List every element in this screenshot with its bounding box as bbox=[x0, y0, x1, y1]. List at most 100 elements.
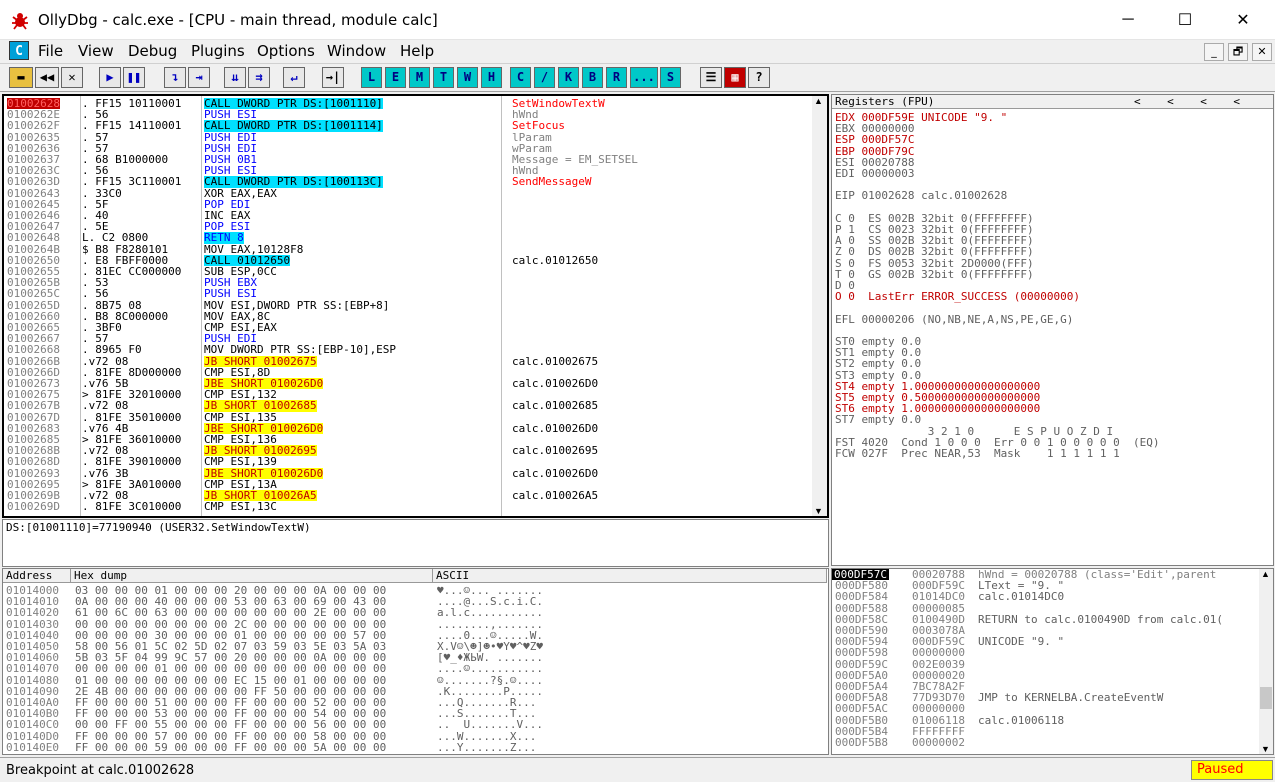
disassembly-scrollbar[interactable]: ▲ ▼ bbox=[812, 96, 827, 516]
dump-pane[interactable]: Address Hex dump ASCII 01014000 03 00 00 … bbox=[2, 568, 829, 755]
references-window-button[interactable]: R bbox=[606, 67, 627, 88]
close-button[interactable]: ✕ bbox=[1215, 0, 1271, 40]
stack-row[interactable]: 000DF59C 002E0039 bbox=[832, 658, 1258, 669]
disasm-row[interactable]: 0100269D . 81FE 3C010000 CMP ESI,13C bbox=[4, 501, 812, 512]
stack-row[interactable]: 000DF5B4 FFFFFFFF bbox=[832, 726, 1258, 737]
step-into-icon[interactable]: ↴ bbox=[164, 67, 186, 88]
menu-help[interactable]: Help bbox=[400, 42, 434, 60]
menu-file[interactable]: File bbox=[38, 42, 63, 60]
disasm-row[interactable]: 01002628. FF15 10110001 CALL DWORD PTR DS… bbox=[4, 98, 812, 109]
menu-debug[interactable]: Debug bbox=[128, 42, 177, 60]
cpu-window-icon[interactable]: C bbox=[9, 41, 29, 60]
scroll-down-icon[interactable]: ▼ bbox=[814, 506, 823, 516]
help-icon[interactable]: ? bbox=[748, 67, 770, 88]
disasm-row[interactable]: 0100265B. 53 PUSH EBX bbox=[4, 277, 812, 288]
stack-row[interactable]: 000DF5AC 00000000 bbox=[832, 703, 1258, 714]
mdi-close-button[interactable]: ✕ bbox=[1252, 43, 1272, 61]
dump-row[interactable]: 01014070 00 00 00 00 01 00 00 00 00 00 00… bbox=[3, 663, 827, 674]
disasm-row[interactable]: 0100267B .v72 08 JB SHORT 01002685 calc.010… bbox=[4, 400, 812, 411]
mdi-minimize-button[interactable]: _ bbox=[1204, 43, 1224, 61]
stack-row[interactable]: 000DF584 01014DC0 calc.01014DC0 bbox=[832, 591, 1258, 602]
minimize-button[interactable]: ─ bbox=[1100, 0, 1156, 40]
modules-window-button[interactable]: E bbox=[385, 67, 406, 88]
dump-row[interactable]: 01014030 00 00 00 00 00 00 00 00 2C 00 00… bbox=[3, 618, 827, 629]
disasm-row[interactable]: 01002660. B8 8C000000 MOV EAX,8C bbox=[4, 311, 812, 322]
disasm-hex: . 81FE 3C010000 bbox=[82, 500, 182, 514]
dump-address: 010140E0 bbox=[6, 740, 59, 754]
pause-icon[interactable]: ❚❚ bbox=[123, 67, 145, 88]
dump-row[interactable]: 010140D0 FF 00 00 00 57 00 00 00 FF 00 00… bbox=[3, 730, 827, 741]
open-icon[interactable]: ▬ bbox=[9, 67, 33, 88]
stack-row[interactable]: 000DF598 00000000 bbox=[832, 647, 1258, 658]
dump-header-address[interactable]: Address bbox=[3, 569, 71, 583]
stack-row[interactable]: 000DF58C 0100490D RETURN to calc.0100490D … bbox=[832, 614, 1258, 625]
disasm-row[interactable]: 01002665. 3BF0 CMP ESI,EAX bbox=[4, 322, 812, 333]
registers-pane[interactable]: Registers (FPU) < < < < EDX 000DF59E UNI… bbox=[831, 94, 1274, 566]
disasm-row[interactable]: 01002643. 33C0 XOR EAX,EAX bbox=[4, 187, 812, 198]
menu-options[interactable]: Options bbox=[257, 42, 315, 60]
animate-into-icon[interactable]: ⇊ bbox=[224, 67, 246, 88]
step-over-icon[interactable]: ⇥ bbox=[188, 67, 210, 88]
disasm-row[interactable]: 0100262F . FF15 14110001 CALL DWORD PTR DS… bbox=[4, 120, 812, 131]
mdi-restore-button[interactable]: 🗗 bbox=[1228, 43, 1248, 61]
registers-nav-arrows[interactable]: < < < < bbox=[1134, 96, 1240, 107]
appearance-icon[interactable]: ▦ bbox=[724, 67, 746, 88]
menu-view[interactable]: View bbox=[78, 42, 114, 60]
go-to-address-icon[interactable]: →| bbox=[322, 67, 344, 88]
list-icon[interactable]: ☰ bbox=[700, 67, 722, 88]
stack-scrollbar[interactable]: ▲ ▼ bbox=[1259, 569, 1273, 754]
menu-window[interactable]: Window bbox=[327, 42, 386, 60]
registers-header[interactable]: Registers (FPU) < < < < bbox=[832, 95, 1273, 109]
patches-window-button[interactable]: / bbox=[534, 67, 555, 88]
run-trace-window-button[interactable]: ... bbox=[630, 67, 658, 88]
call-stack-window-button[interactable]: K bbox=[558, 67, 579, 88]
dump-header-hex[interactable]: Hex dump bbox=[71, 569, 433, 583]
disasm-row[interactable]: 01002648 L. C2 0800 RETN 8 bbox=[4, 232, 812, 244]
animate-over-icon[interactable]: ⇉ bbox=[248, 67, 270, 88]
scroll-up-icon[interactable]: ▲ bbox=[814, 96, 823, 106]
disassembly-pane[interactable]: 01002628. FF15 10110001 CALL DWORD PTR DS… bbox=[2, 94, 829, 518]
scroll-thumb[interactable] bbox=[1260, 687, 1272, 709]
stack-row[interactable]: 000DF5A8 77D93D70 JMP to KERNELBA.CreateEv… bbox=[832, 692, 1258, 703]
log-window-button[interactable]: L bbox=[361, 67, 382, 88]
stack-row[interactable]: 000DF594 000DF59C UNICODE "9. " bbox=[832, 636, 1258, 647]
dump-row[interactable]: 010140E0 FF 00 00 00 59 00 00 00 FF 00 00… bbox=[3, 742, 827, 753]
dump-address: 01014020 bbox=[6, 606, 59, 620]
info-pane[interactable]: DS:[01001110]=77190940 (USER32.SetWindow… bbox=[2, 519, 829, 567]
menu-plugins[interactable]: Plugins bbox=[191, 42, 245, 60]
run-icon[interactable]: ▶ bbox=[99, 67, 121, 88]
memory-window-button[interactable]: M bbox=[409, 67, 430, 88]
close-program-icon[interactable]: ✕ bbox=[61, 67, 83, 88]
stack-row[interactable]: 000DF5A0 00000020 bbox=[832, 670, 1258, 681]
scroll-up-icon[interactable]: ▲ bbox=[1261, 569, 1270, 579]
source-window-button[interactable]: S bbox=[660, 67, 681, 88]
restart-icon[interactable]: ◀◀ bbox=[35, 67, 59, 88]
disasm-row[interactable]: 0100268D . 81FE 39010000 CMP ESI,139 bbox=[4, 456, 812, 467]
dump-ascii: ...Y.......Z... bbox=[437, 740, 537, 754]
stack-pane[interactable]: 000DF57C 00020788 hWnd = 00020788 (class='… bbox=[831, 568, 1274, 755]
dump-header-ascii[interactable]: ASCII bbox=[433, 569, 827, 583]
maximize-button[interactable]: ☐ bbox=[1157, 0, 1213, 40]
disasm-row[interactable]: 01002668 . 8965 F0 MOV DWORD PTR SS:[EBP-1… bbox=[4, 344, 812, 355]
disasm-row[interactable]: 01002635. 57 PUSH EDI lParam bbox=[4, 131, 812, 142]
stack-row[interactable]: 000DF5B8 00000002 bbox=[832, 737, 1258, 748]
disasm-row[interactable]: 01002655. 81EC CC000000 SUB ESP,0CC bbox=[4, 266, 812, 277]
handles-window-button[interactable]: H bbox=[481, 67, 502, 88]
disasm-row[interactable]: 01002637. 68 B1000000 PUSH 0B1 Message = E… bbox=[4, 154, 812, 165]
dump-row[interactable]: 01014080 01 00 00 00 00 00 00 00 EC 15 00… bbox=[3, 674, 827, 685]
stack-row[interactable]: 000DF588 00000085 bbox=[832, 602, 1258, 613]
threads-window-button[interactable]: T bbox=[433, 67, 454, 88]
windows-window-button[interactable]: W bbox=[457, 67, 478, 88]
disasm-row[interactable]: 0100263D . FF15 3C110001 CALL DWORD PTR DS… bbox=[4, 176, 812, 187]
disasm-row[interactable]: 0100265C . 56 PUSH ESI bbox=[4, 288, 812, 299]
breakpoints-window-button[interactable]: B bbox=[582, 67, 603, 88]
execute-till-return-icon[interactable]: ↵ bbox=[283, 67, 305, 88]
stack-row[interactable]: 000DF5B0 01006118 calc.01006118 bbox=[832, 714, 1258, 725]
cpu-window-button[interactable]: C bbox=[510, 67, 531, 88]
scroll-down-icon[interactable]: ▼ bbox=[1261, 744, 1270, 754]
disasm-row[interactable]: 01002646. 40 INC EAX bbox=[4, 210, 812, 221]
dump-row[interactable]: 01014020 61 00 6C 00 63 00 00 00 00 00 00… bbox=[3, 607, 827, 618]
disasm-instruction: CMP ESI,139 bbox=[204, 455, 277, 469]
disasm-row[interactable]: 01002645. 5F POP EDI bbox=[4, 199, 812, 210]
dump-row[interactable]: 010140C0 00 00 FF 00 55 00 00 00 FF 00 00… bbox=[3, 719, 827, 730]
